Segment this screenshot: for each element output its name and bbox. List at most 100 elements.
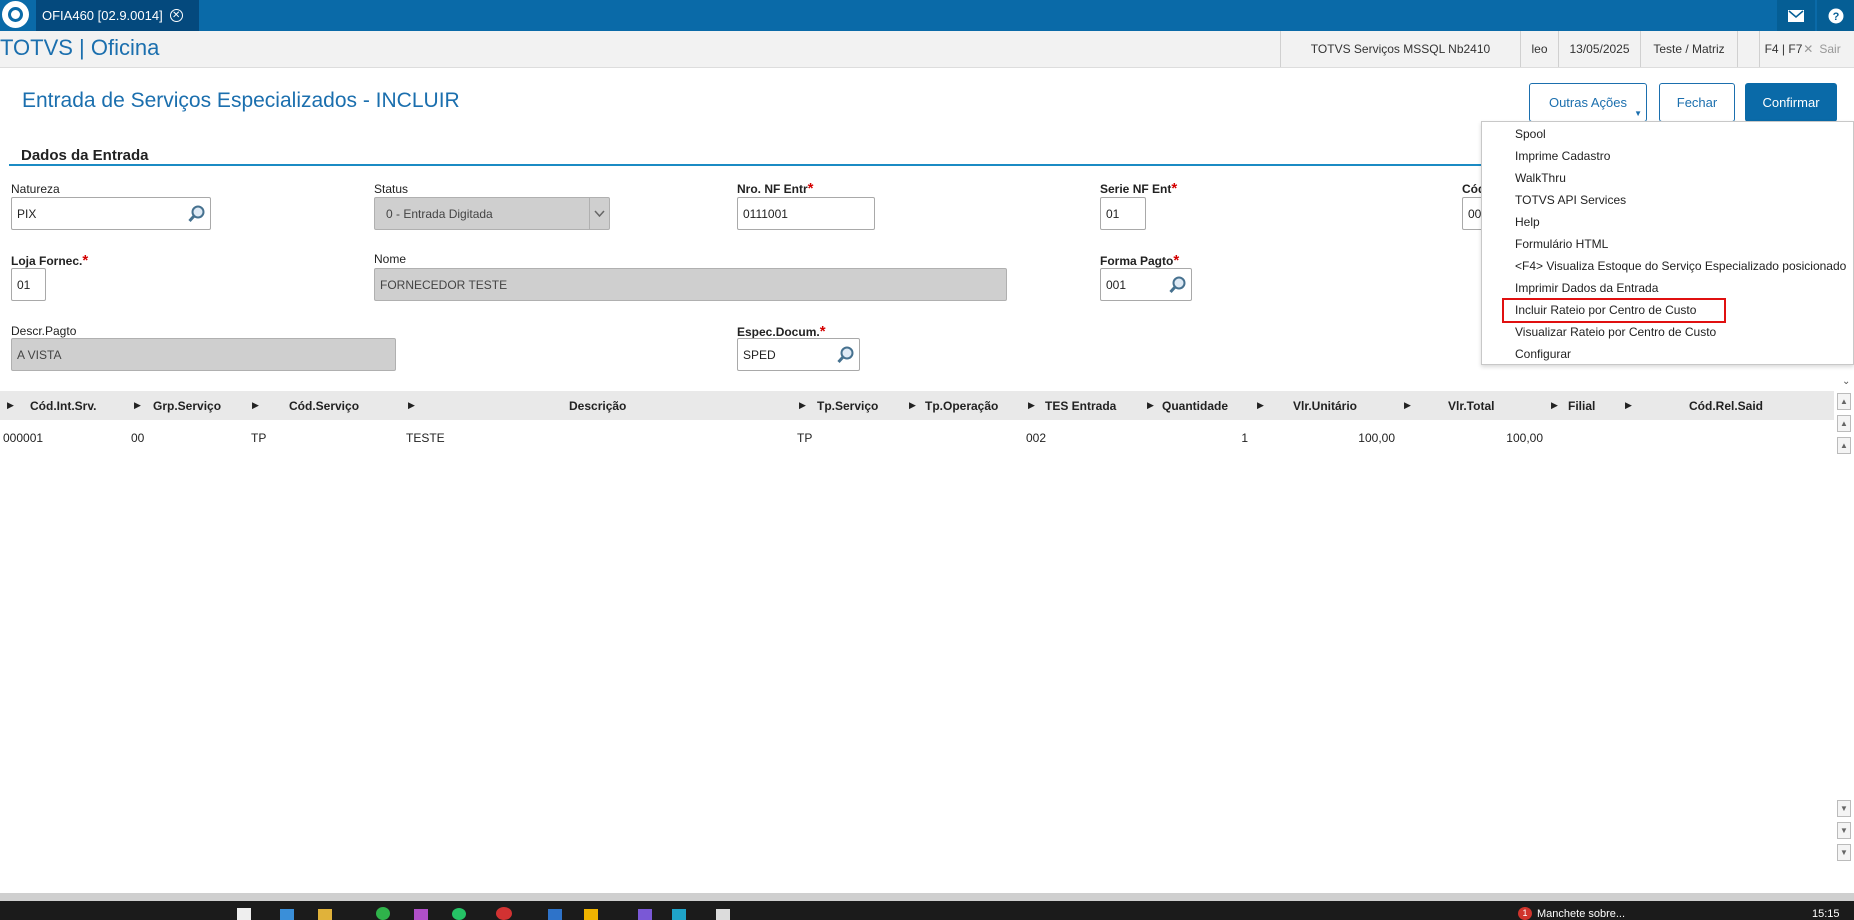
other-actions-menu: Spool Imprime Cadastro WalkThru TOTVS AP… — [1481, 121, 1854, 365]
menu-item-configurar[interactable]: Configurar — [1515, 344, 1571, 364]
sort-arrow-icon[interactable]: ▶ — [134, 400, 141, 411]
other-actions-button[interactable]: Outras Ações ▼ — [1529, 83, 1647, 122]
folder-icon[interactable] — [318, 909, 332, 920]
app-icon[interactable] — [716, 909, 730, 920]
nro-nf-label: Nro. NF Entr* — [737, 180, 814, 197]
app-icon[interactable] — [414, 909, 428, 920]
app-icon[interactable] — [638, 909, 652, 920]
required-mark: * — [1173, 252, 1180, 269]
sort-arrow-icon[interactable]: ▶ — [1147, 400, 1154, 411]
totvs-logo-icon[interactable] — [2, 1, 29, 28]
sort-arrow-icon[interactable]: ▶ — [1028, 400, 1035, 411]
section-divider — [9, 164, 1559, 166]
app-icon[interactable] — [237, 908, 251, 920]
cell-tp-servico: TP — [797, 430, 813, 445]
search-icon[interactable] — [1168, 275, 1188, 295]
menu-item-totvs-api-services[interactable]: TOTVS API Services — [1515, 190, 1626, 210]
scroll-down-icon[interactable]: ▼ — [1837, 800, 1851, 817]
menu-item-walkthru[interactable]: WalkThru — [1515, 168, 1566, 188]
svg-text:?: ? — [1833, 11, 1840, 23]
company-info[interactable]: Teste / Matriz — [1640, 31, 1737, 67]
col-grp-servico[interactable]: Grp.Serviço — [153, 391, 221, 420]
serie-nf-field[interactable]: 01 — [1100, 197, 1146, 230]
scroll-page-down-icon[interactable]: ▼ — [1837, 822, 1851, 839]
col-tp-servico[interactable]: Tp.Serviço — [817, 391, 878, 420]
envelope-icon[interactable] — [1777, 0, 1815, 31]
nro-nf-value: 0111001 — [743, 206, 788, 221]
loja-label-text: Loja Fornec. — [11, 254, 83, 268]
menu-item-visualizar-rateio[interactable]: Visualizar Rateio por Centro de Custo — [1515, 322, 1716, 342]
col-cod-servico[interactable]: Cód.Serviço — [289, 391, 359, 420]
browser-icon[interactable] — [496, 907, 512, 920]
col-tp-operacao[interactable]: Tp.Operação — [925, 391, 998, 420]
search-icon[interactable] — [836, 345, 856, 365]
scroll-page-up-icon[interactable]: ▲ — [1837, 415, 1851, 432]
app-icon[interactable] — [452, 908, 466, 920]
app-icon[interactable] — [584, 909, 598, 920]
top-bar: OFIA460 [02.9.0014] ✕ ? — [0, 0, 1854, 31]
status-select[interactable]: 0 - Entrada Digitada — [374, 197, 610, 230]
menu-item-visualiza-estoque[interactable]: <F4> Visualiza Estoque do Serviço Especi… — [1515, 256, 1846, 276]
exit-label: Sair — [1819, 42, 1841, 56]
sort-arrow-icon[interactable]: ▶ — [408, 400, 415, 411]
scroll-bottom-icon[interactable]: ▼ — [1837, 844, 1851, 861]
col-quantidade[interactable]: Quantidade — [1162, 391, 1228, 420]
tab-close-icon[interactable]: ✕ — [169, 9, 183, 22]
page-title: Entrada de Serviços Especializados - INC… — [22, 89, 460, 112]
menu-item-help[interactable]: Help — [1515, 212, 1540, 232]
chevron-down-icon[interactable] — [589, 198, 609, 229]
exit-button[interactable]: ✕ Sair — [1790, 31, 1854, 67]
tab-ofia460[interactable]: OFIA460 [02.9.0014] ✕ — [36, 0, 199, 31]
espec-docum-field[interactable]: SPED — [737, 338, 860, 371]
header-bar: TOTVS | Oficina TOTVS Serviços MSSQL Nb2… — [0, 31, 1854, 68]
status-value: 0 - Entrada Digitada — [386, 206, 493, 221]
news-text[interactable]: Manchete sobre... — [1537, 908, 1625, 920]
app-icon[interactable] — [548, 909, 562, 920]
scroll-top-icon[interactable]: ▲ — [1837, 393, 1851, 410]
col-descricao[interactable]: Descrição — [569, 391, 626, 420]
nome-field[interactable]: FORNECEDOR TESTE — [374, 268, 1007, 301]
sort-arrow-icon[interactable]: ▶ — [799, 400, 806, 411]
chevron-down-icon[interactable]: ⌄ — [1842, 376, 1850, 387]
descr-pagto-field[interactable]: A VISTA — [11, 338, 396, 371]
menu-item-imprimir-dados[interactable]: Imprimir Dados da Entrada — [1515, 278, 1658, 298]
required-mark: * — [807, 180, 814, 197]
loja-label: Loja Fornec.* — [11, 252, 88, 269]
question-icon[interactable]: ? — [1817, 0, 1854, 31]
sort-arrow-icon[interactable]: ▶ — [1404, 400, 1411, 411]
search-icon[interactable] — [187, 204, 207, 224]
menu-item-imprime-cadastro[interactable]: Imprime Cadastro — [1515, 146, 1610, 166]
col-filial[interactable]: Filial — [1568, 391, 1595, 420]
col-vlr-unitario[interactable]: Vlr.Unitário — [1293, 391, 1357, 420]
app-icon[interactable] — [672, 909, 686, 920]
news-badge: 1 — [1518, 907, 1532, 920]
natureza-field[interactable]: PIX — [11, 197, 211, 230]
table-row[interactable]: 000001 00 TP TESTE TP 002 1 100,00 100,0… — [0, 424, 1834, 451]
confirm-button[interactable]: Confirmar — [1745, 83, 1837, 122]
close-button[interactable]: Fechar — [1659, 83, 1735, 122]
loja-field[interactable]: 01 — [11, 268, 46, 301]
col-vlr-total[interactable]: Vlr.Total — [1448, 391, 1494, 420]
descr-pagto-label: Descr.Pagto — [11, 324, 77, 338]
sort-arrow-icon[interactable]: ▶ — [1625, 400, 1632, 411]
app-icon[interactable] — [376, 907, 390, 920]
sort-arrow-icon[interactable]: ▶ — [1551, 400, 1558, 411]
sort-arrow-icon[interactable]: ▶ — [252, 400, 259, 411]
sort-arrow-icon[interactable]: ▶ — [7, 400, 14, 411]
nro-nf-field[interactable]: 0111001 — [737, 197, 875, 230]
col-cod-int-srv[interactable]: Cód.Int.Srv. — [30, 391, 96, 420]
status-label: Status — [374, 182, 409, 196]
menu-item-formulario-html[interactable]: Formulário HTML — [1515, 234, 1608, 254]
brand-title: TOTVS | Oficina — [0, 35, 160, 60]
sort-arrow-icon[interactable]: ▶ — [1257, 400, 1264, 411]
col-tes-entrada[interactable]: TES Entrada — [1045, 391, 1116, 420]
col-cod-rel-said[interactable]: Cód.Rel.Said — [1689, 391, 1763, 420]
descr-pagto-value: A VISTA — [17, 347, 62, 362]
forma-pagto-field[interactable]: 001 — [1100, 268, 1192, 301]
sort-arrow-icon[interactable]: ▶ — [909, 400, 916, 411]
menu-item-spool[interactable]: Spool — [1515, 124, 1546, 144]
app-icon[interactable] — [280, 909, 294, 920]
cell-cod-int-srv: 000001 — [3, 430, 44, 445]
serie-nf-label-text: Serie NF Ent — [1100, 182, 1172, 196]
scroll-up-icon[interactable]: ▲ — [1837, 437, 1851, 454]
